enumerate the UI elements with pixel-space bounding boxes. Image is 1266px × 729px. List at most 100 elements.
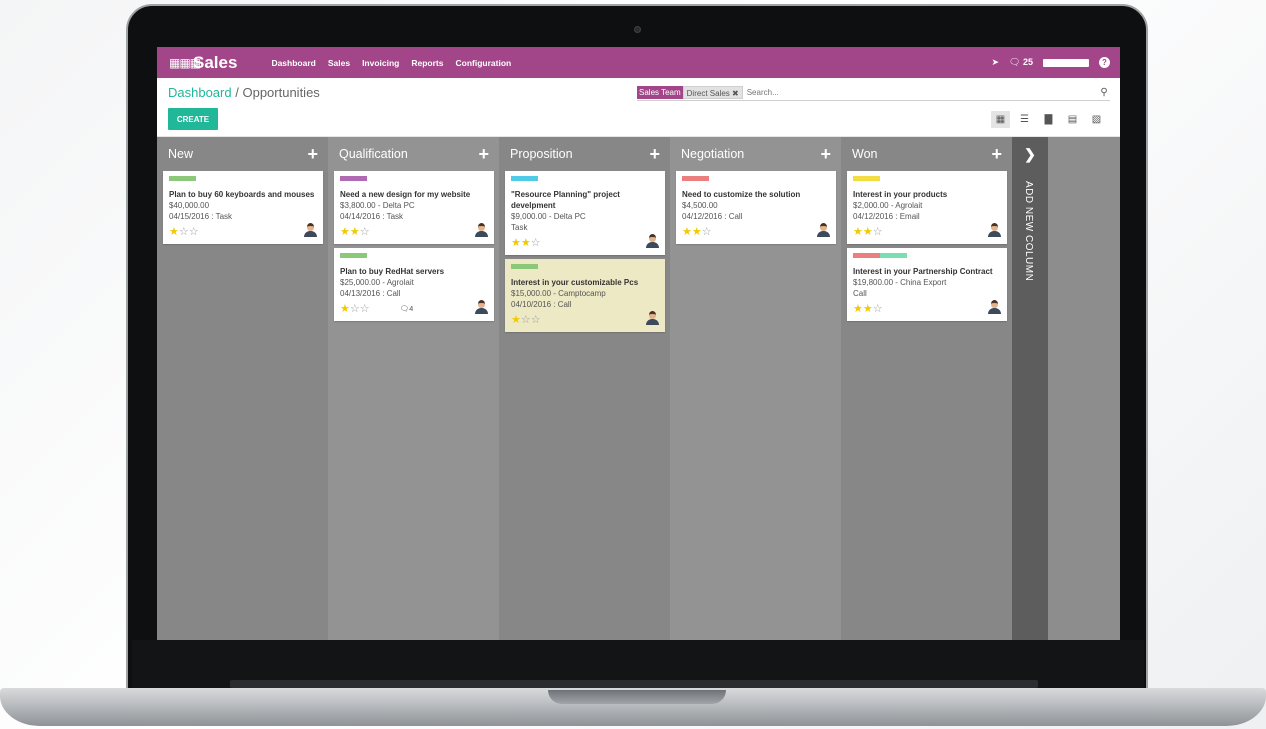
apps-grid-icon[interactable]: ▦▦▦ (169, 57, 201, 69)
board-background (1048, 137, 1120, 640)
card-tags (340, 253, 488, 258)
priority-stars[interactable]: ★★☆ (682, 225, 712, 238)
priority-stars[interactable]: ★★☆ (340, 225, 370, 238)
sign-in-icon[interactable]: ➤ (991, 57, 999, 68)
search-facet-value[interactable]: Direct Sales ✖ (682, 86, 743, 99)
card-title: Interest in your Partnership Contract (853, 267, 993, 276)
column-header: New + (163, 137, 323, 171)
card-amount: $15,000.00 - Camptocamp (511, 289, 606, 298)
priority-stars[interactable]: ★☆☆ (169, 225, 199, 238)
card-title: Interest in your customizable Pcs (511, 278, 639, 287)
laptop-notch (548, 690, 726, 704)
kanban-column-negotiation: Negotiation + Need to customize the solu… (670, 137, 841, 640)
kanban-board: New + Plan to buy 60 keyboards and mouse… (157, 137, 1120, 640)
column-header: Negotiation + (676, 137, 836, 171)
breadcrumb-current: Opportunities (242, 85, 320, 100)
priority-stars[interactable]: ★★☆ (853, 225, 883, 238)
avatar (474, 300, 488, 316)
card-amount: $25,000.00 - Agrolait (340, 278, 414, 287)
card-title: Interest in your products (853, 190, 948, 199)
list-icon[interactable]: ☰ (1015, 111, 1034, 128)
quick-create-icon[interactable]: + (991, 145, 1002, 163)
search-input[interactable] (746, 88, 1098, 97)
breadcrumb: Dashboard / Opportunities (168, 85, 320, 100)
breadcrumb-separator: / (235, 85, 239, 100)
app-name: Sales (193, 52, 238, 72)
card-activity: Call (853, 289, 867, 298)
help-icon[interactable]: ? (1099, 57, 1110, 68)
card-tags (169, 176, 317, 181)
control-panel: Dashboard / Opportunities Sales Team Dir… (157, 78, 1120, 137)
column-title: Won (852, 147, 878, 161)
avatar (474, 223, 488, 239)
avatar (303, 223, 317, 239)
create-button[interactable]: CREATE (168, 108, 218, 130)
card-activity: 04/14/2016 : Task (340, 212, 404, 221)
quick-create-icon[interactable]: + (307, 145, 318, 163)
column-header: Qualification + (334, 137, 494, 171)
kanban-card[interactable]: "Resource Planning" project develpment $… (505, 171, 665, 255)
kanban-card[interactable]: Plan to buy 60 keyboards and mouses $40,… (163, 171, 323, 244)
quick-create-icon[interactable]: + (820, 145, 831, 163)
tag-color (853, 176, 880, 181)
column-header: Won + (847, 137, 1007, 171)
kanban-icon[interactable]: ▦ (991, 111, 1010, 128)
card-amount: $40,000.00 (169, 201, 210, 210)
kanban-card[interactable]: Need a new design for my website $3,800.… (334, 171, 494, 244)
quick-create-icon[interactable]: + (649, 145, 660, 163)
card-amount: $19,800.00 - China Export (853, 278, 947, 287)
chat-icon: 🗨 (1009, 57, 1021, 67)
kanban-card[interactable]: Plan to buy RedHat servers $25,000.00 - … (334, 248, 494, 321)
card-tags (511, 264, 659, 269)
card-activity: 04/12/2016 : Call (682, 212, 743, 221)
card-activity: Task (511, 223, 528, 232)
tag-color (682, 176, 709, 181)
chat-icon: 🗨 (399, 303, 410, 313)
priority-stars[interactable]: ★☆☆ (511, 313, 541, 326)
card-activity: 04/13/2016 : Call (340, 289, 401, 298)
card-title: Need to customize the solution (682, 190, 801, 199)
card-amount: $2,000.00 - Agrolait (853, 201, 923, 210)
search-icon[interactable]: ⚲ (1098, 87, 1110, 98)
priority-stars[interactable]: ★☆☆ (340, 302, 370, 315)
quick-create-icon[interactable]: + (478, 145, 489, 163)
priority-stars[interactable]: ★★☆ (511, 236, 541, 249)
card-activity: 04/15/2016 : Task (169, 212, 233, 221)
card-title: Plan to buy 60 keyboards and mouses (169, 190, 315, 199)
view-switcher: ▦ ☰ ▇ ▤ ▧ (991, 111, 1106, 128)
topbar-systray: ➤ 🗨 25 ? (991, 47, 1110, 78)
breadcrumb-dashboard[interactable]: Dashboard (168, 85, 232, 100)
search-bar: Sales Team Direct Sales ✖ ⚲ (637, 85, 1110, 101)
column-title: New (168, 147, 194, 161)
pivot-icon[interactable]: ▧ (1087, 111, 1106, 128)
menu-item-invoicing[interactable]: Invoicing (362, 58, 399, 68)
column-title: Negotiation (681, 147, 745, 161)
remove-facet-icon[interactable]: ✖ (732, 89, 739, 98)
message-count: 25 (1022, 57, 1033, 67)
menu-item-configuration[interactable]: Configuration (456, 58, 512, 68)
top-menu: Dashboard Sales Invoicing Reports Config… (271, 58, 511, 68)
message-badge[interactable]: 🗨4 (400, 304, 414, 313)
tag-color (340, 253, 367, 258)
user-menu[interactable] (1043, 58, 1089, 67)
menu-item-sales[interactable]: Sales (328, 58, 350, 68)
kanban-card[interactable]: Interest in your products $2,000.00 - Ag… (847, 171, 1007, 244)
kanban-card[interactable]: Need to customize the solution $4,500.00… (676, 171, 836, 244)
menu-item-reports[interactable]: Reports (411, 58, 443, 68)
kanban-card[interactable]: Interest in your customizable Pcs $15,00… (505, 259, 665, 332)
kanban-column-proposition: Proposition + "Resource Planning" projec… (499, 137, 670, 640)
messages-button[interactable]: 🗨 25 (1009, 57, 1033, 68)
column-title: Proposition (510, 147, 573, 161)
priority-stars[interactable]: ★★☆ (853, 302, 883, 315)
avatar (987, 223, 1001, 239)
column-title: Qualification (339, 147, 408, 161)
card-title: "Resource Planning" project develpment (511, 190, 620, 210)
graph-icon[interactable]: ▇ (1039, 111, 1058, 128)
add-column-label: ADD NEW COLUMN (1023, 181, 1034, 282)
app-screen: ▦▦▦ Sales Dashboard Sales Invoicing Repo… (157, 47, 1120, 640)
facet-value-text: Direct Sales (686, 89, 730, 98)
add-new-column[interactable]: ❯ ADD NEW COLUMN (1012, 137, 1048, 640)
kanban-card[interactable]: Interest in your Partnership Contract $1… (847, 248, 1007, 321)
menu-item-dashboard[interactable]: Dashboard (271, 58, 315, 68)
calendar-icon[interactable]: ▤ (1063, 111, 1082, 128)
